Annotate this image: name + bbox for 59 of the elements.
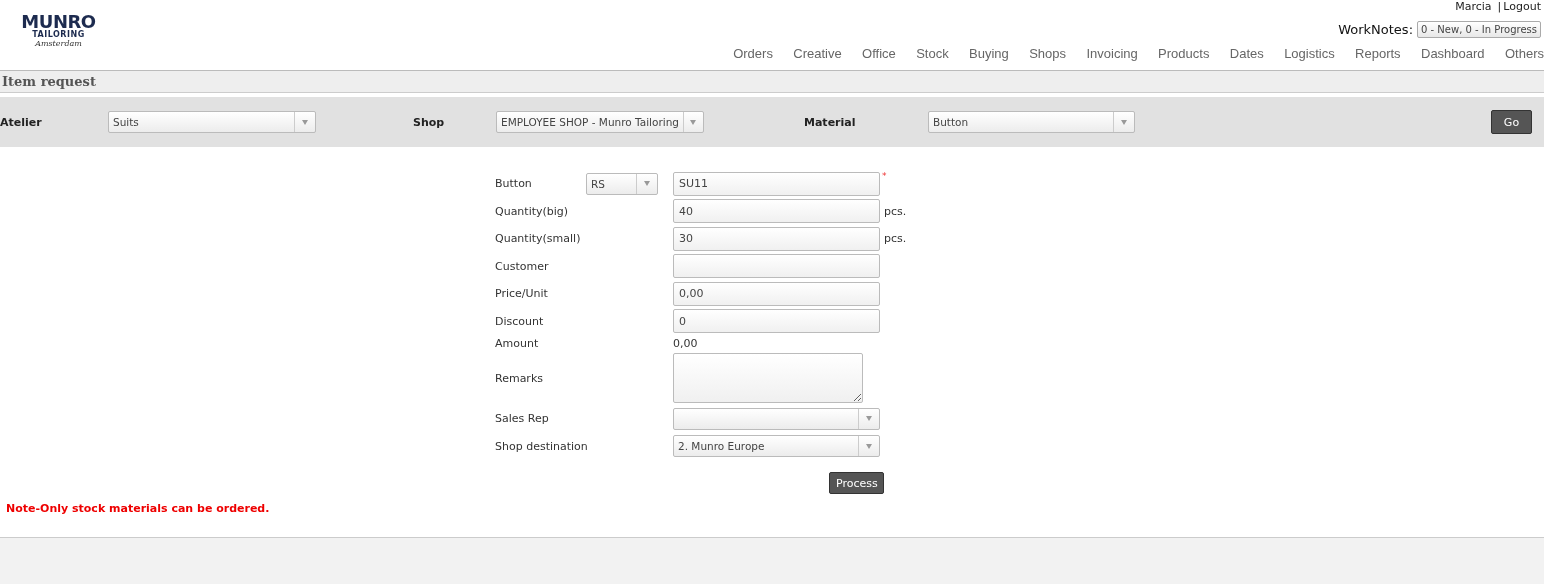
filter-label: Material [804,115,857,129]
required-mark: * [882,171,887,181]
field-label: Shop destination [495,439,589,453]
nav-link[interactable]: Shops [1019,46,1077,61]
nav-link[interactable]: Creative [783,46,852,61]
caret-icon [644,181,650,187]
amount-value: 0,00 [673,336,698,350]
process-button[interactable]: Process [829,472,884,494]
separator: | [1497,0,1502,13]
remarks-field[interactable] [673,353,863,403]
field-label: Discount [495,314,545,328]
dropdown[interactable] [673,407,880,430]
input-field[interactable]: 30 [673,226,880,251]
nav-link[interactable]: Reports [1344,46,1411,61]
dropdown[interactable]: Button [928,111,1135,133]
filter-label: Atelier [0,115,43,129]
go-button[interactable]: Go [1491,110,1532,134]
caret-icon [690,119,697,125]
nav-link[interactable]: Buying [958,46,1019,61]
field-label: Quantity(small) [495,232,582,246]
dropdown[interactable]: Suits [108,111,316,133]
user-name: Marcia [1455,0,1492,13]
page-title: Item request [1,74,96,89]
input-field[interactable]: SU11 [673,171,880,196]
note-text: Note-Only stock materials can be ordered. [6,502,270,515]
unit-label: pcs. [884,232,907,246]
caret-icon [302,119,308,125]
field-label: Amount [495,336,540,350]
dropdown[interactable]: EMPLOYEE SHOP - Munro Tailoring [496,111,704,133]
nav-link[interactable]: Office [851,46,906,61]
field-label: Customer [495,259,550,273]
caret-icon [866,443,872,449]
worknotes-button[interactable]: 0 - New, 0 - In Progress [1417,20,1541,38]
input-field[interactable]: 40 [673,199,880,224]
caret-icon [1121,119,1127,125]
nav-link[interactable]: Invoicing [1076,46,1148,61]
input-field[interactable]: 0,00 [673,281,880,306]
dropdown[interactable]: 2. Munro Europe [673,435,880,458]
dropdown[interactable]: RS [586,172,658,195]
nav-link[interactable]: Dashboard [1410,46,1495,61]
nav-link[interactable]: Products [1147,46,1220,61]
nav-link[interactable]: Others [1494,46,1544,61]
field-label: Quantity(big) [495,204,570,218]
logout-link[interactable]: Logout [1503,0,1541,13]
field-label: Price/Unit [495,287,549,301]
nav-link[interactable]: Orders [722,46,784,61]
logo: MUNRO TAILORING Amsterdam [20,13,97,50]
unit-label: pcs. [884,204,907,218]
nav-link[interactable]: Logistics [1273,46,1345,61]
field-label: Button [495,177,533,191]
filter-label: Shop [413,115,446,129]
input-field[interactable]: 0 [673,309,880,334]
field-label: Remarks [495,371,544,385]
field-label: Sales Rep [495,412,550,426]
nav-link[interactable]: Stock [905,46,959,61]
caret-icon [866,416,872,422]
worknotes-label: WorkNotes: [1338,21,1414,37]
input-field[interactable] [673,254,880,279]
nav-link[interactable]: Dates [1219,46,1274,61]
